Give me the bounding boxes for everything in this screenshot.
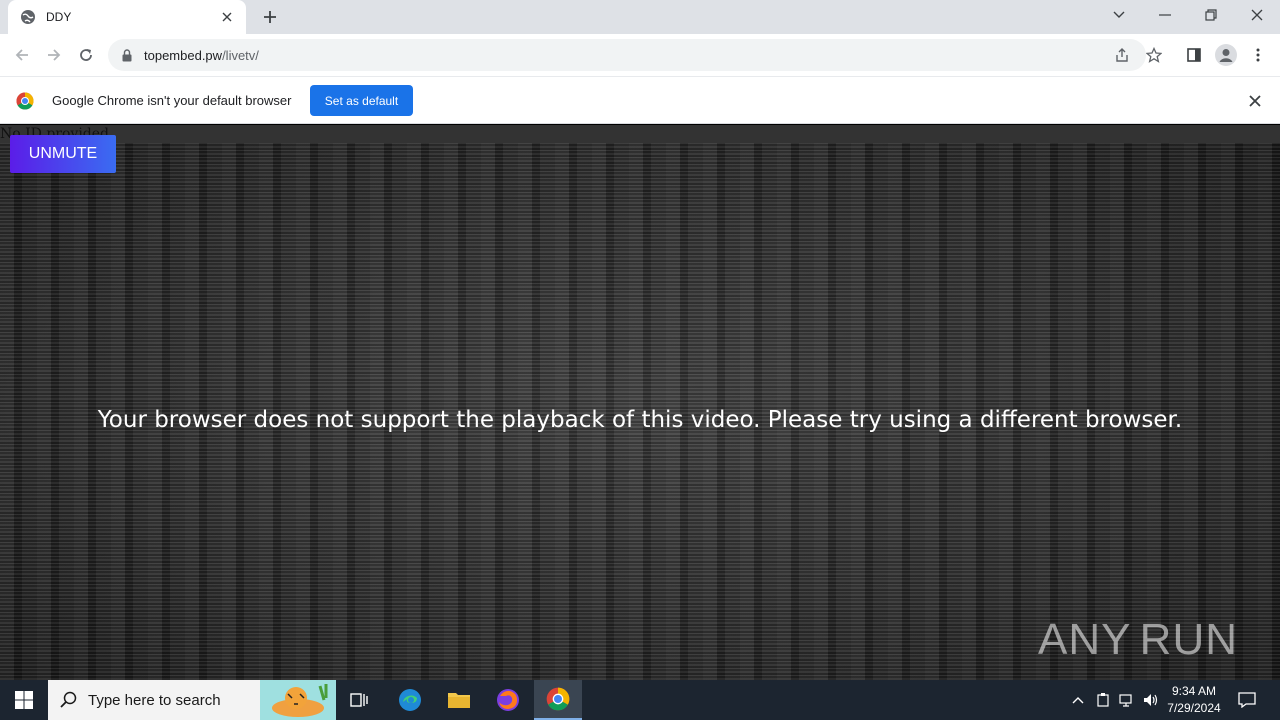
lock-icon[interactable] — [120, 48, 134, 62]
minimize-button[interactable] — [1142, 0, 1188, 30]
default-browser-infobar: Google Chrome isn't your default browser… — [0, 76, 1280, 124]
taskbar-search-box[interactable]: Type here to search — [48, 680, 336, 720]
show-hidden-icons-chevron-icon[interactable] — [1068, 680, 1088, 720]
firefox-taskbar-button[interactable] — [484, 680, 532, 720]
reload-button[interactable] — [72, 41, 100, 69]
back-button[interactable] — [8, 41, 36, 69]
anyrun-watermark: ANY RUN — [1038, 610, 1238, 670]
side-panel-icon[interactable] — [1182, 43, 1206, 67]
page-header-band — [0, 125, 1280, 143]
watermark-text-run: RUN — [1139, 615, 1238, 664]
tab-title: DDY — [46, 10, 72, 24]
browser-toolbar: topembed.pw/livetv/ — [0, 34, 1280, 76]
search-icon — [60, 691, 77, 708]
device-tray-icon[interactable] — [1092, 680, 1114, 720]
restore-button[interactable] — [1188, 0, 1234, 30]
edge-taskbar-button[interactable] — [386, 680, 434, 720]
bookmark-star-icon[interactable] — [1144, 45, 1164, 65]
unmute-button[interactable]: UNMUTE — [10, 135, 116, 173]
infobar-message: Google Chrome isn't your default browser — [52, 93, 292, 108]
tab-search-chevron-icon[interactable] — [1096, 0, 1142, 30]
menu-kebab-icon[interactable] — [1246, 43, 1270, 67]
search-placeholder: Type here to search — [88, 691, 221, 709]
playback-error-message: Your browser does not support the playba… — [97, 407, 1183, 433]
network-icon[interactable] — [1116, 680, 1138, 720]
clock-time: 9:34 AM — [1171, 684, 1217, 698]
tab-strip: DDY — [0, 0, 1280, 34]
task-view-button[interactable] — [336, 680, 384, 720]
watermark-text: ANY — [1038, 615, 1132, 664]
new-tab-button[interactable] — [258, 6, 282, 28]
tab-ddy[interactable]: DDY — [8, 0, 246, 34]
notifications-icon[interactable] — [1232, 680, 1262, 720]
start-button[interactable] — [0, 680, 48, 720]
windows-taskbar: Type here to search 9:34 AM 7/29/2024 — [0, 680, 1280, 720]
url-text: topembed.pw/livetv/ — [144, 47, 259, 63]
task-view-icon — [350, 693, 368, 707]
profile-avatar-icon[interactable] — [1214, 43, 1238, 67]
globe-icon — [20, 9, 36, 25]
address-bar[interactable]: topembed.pw/livetv/ — [108, 39, 1162, 71]
volume-icon[interactable] — [1140, 680, 1162, 720]
firefox-icon — [497, 689, 519, 711]
infobar-close-icon[interactable] — [1246, 92, 1264, 110]
windows-logo-icon — [15, 691, 33, 709]
share-icon[interactable] — [1112, 45, 1132, 65]
tiger-illustration-icon — [260, 680, 336, 720]
close-window-button[interactable] — [1234, 0, 1280, 30]
edge-icon — [399, 689, 421, 711]
file-explorer-taskbar-button[interactable] — [435, 680, 483, 720]
folder-icon — [448, 693, 470, 708]
video-player-page[interactable]: No ID provided UNMUTE Your browser does … — [0, 125, 1280, 680]
chrome-taskbar-button[interactable] — [534, 680, 582, 720]
chrome-logo-icon — [16, 92, 34, 110]
forward-button[interactable] — [40, 41, 68, 69]
taskbar-clock[interactable]: 9:34 AM 7/29/2024 — [1160, 683, 1228, 717]
tab-close-icon[interactable] — [218, 8, 236, 26]
set-as-default-button[interactable]: Set as default — [310, 85, 413, 116]
chrome-icon — [546, 687, 570, 711]
clock-date: 7/29/2024 — [1167, 701, 1221, 715]
